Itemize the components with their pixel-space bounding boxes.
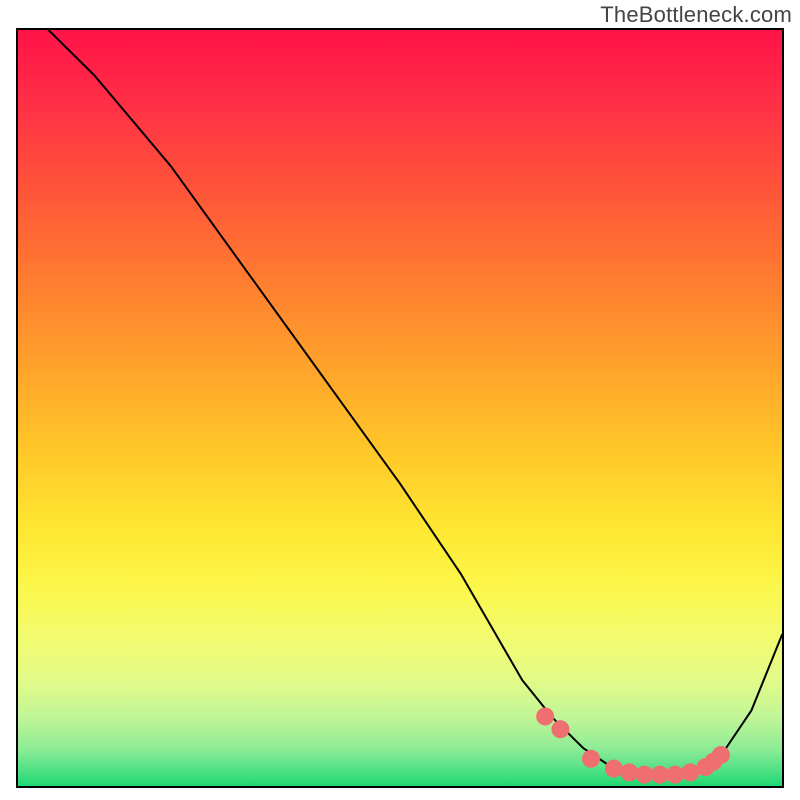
marker-dot — [536, 707, 554, 725]
marker-dot — [582, 750, 600, 768]
watermark-text: TheBottleneck.com — [600, 2, 792, 28]
marker-dot — [551, 720, 569, 738]
marker-dot — [681, 763, 699, 781]
curve-line-group — [49, 30, 782, 775]
chart-container: TheBottleneck.com — [0, 0, 800, 800]
marker-dot — [605, 760, 623, 778]
marker-dot — [666, 766, 684, 784]
marker-dot — [712, 746, 730, 764]
marker-dot — [620, 763, 638, 781]
plot-area — [16, 28, 784, 788]
curve-svg — [18, 30, 782, 786]
curve-polyline — [49, 30, 782, 775]
markers-group — [536, 707, 730, 783]
